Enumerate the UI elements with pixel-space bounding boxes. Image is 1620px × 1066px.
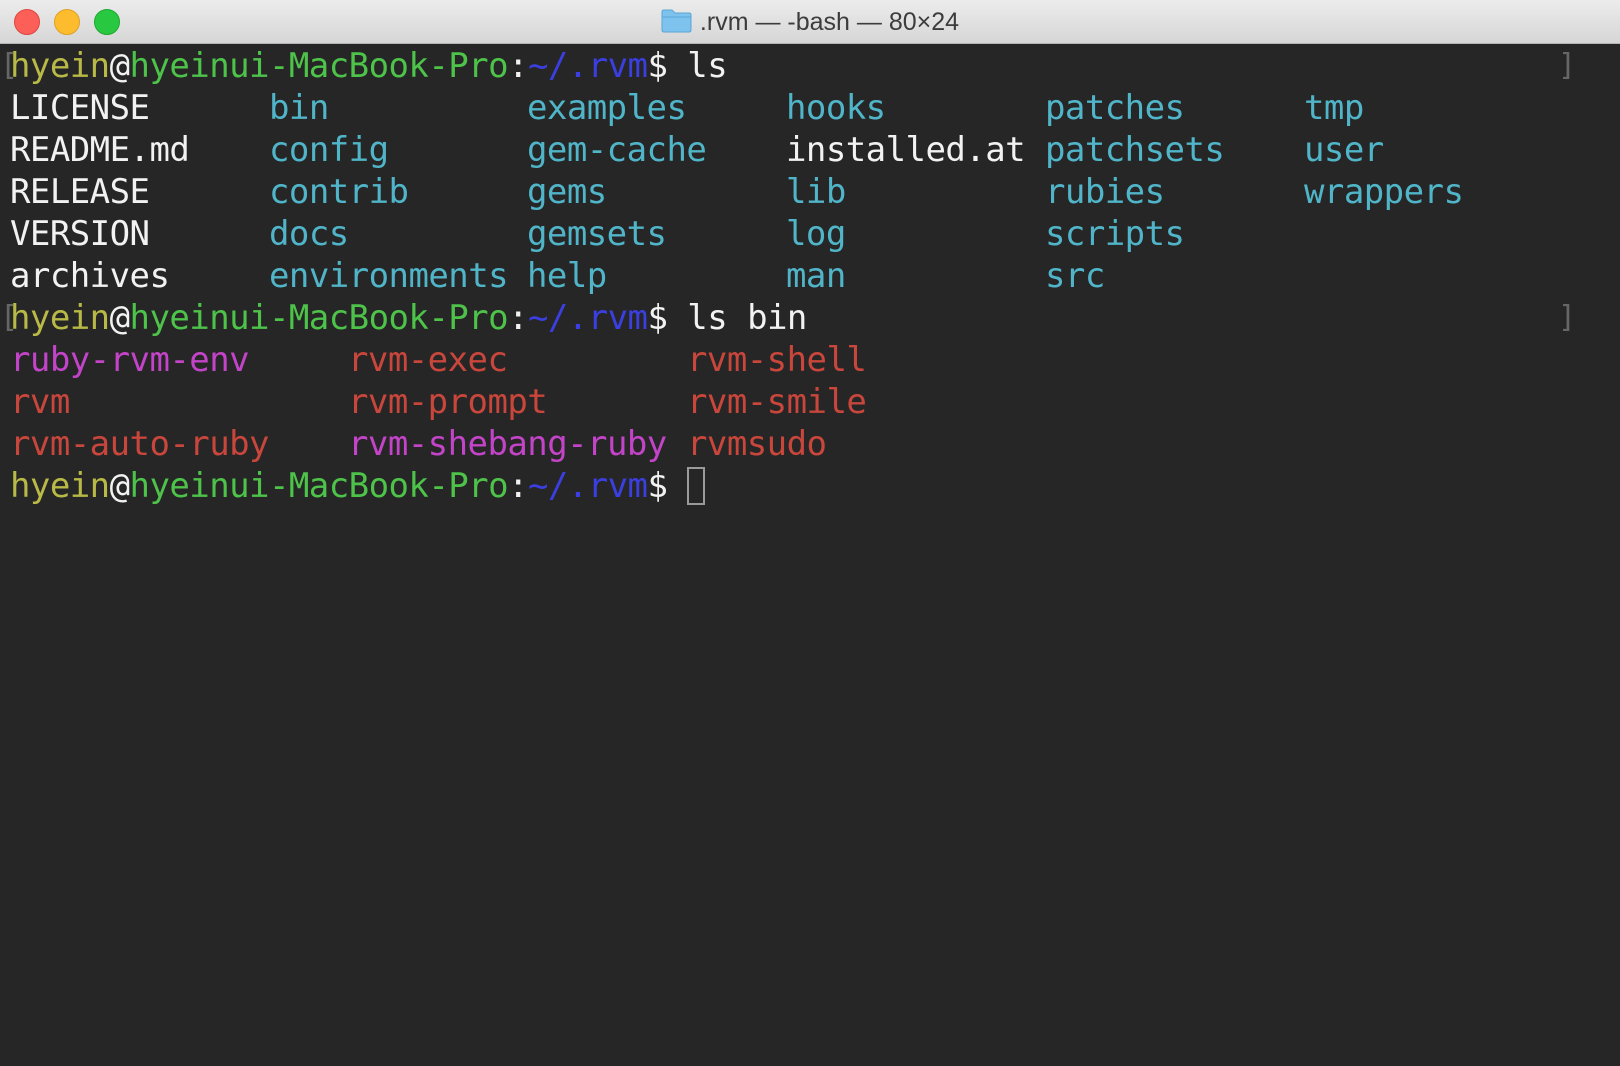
executable-entry: rvm-exec	[348, 340, 508, 380]
executable-entry: rvmsudo	[687, 424, 827, 464]
prompt-colon: :	[508, 466, 528, 506]
prompt-path: ~/.rvm	[527, 466, 648, 506]
prompt-at: @	[109, 46, 130, 86]
directory-entry: gem-cache	[527, 130, 707, 170]
mark-bracket-right: ]	[1558, 48, 1576, 83]
prompt-colon: :	[508, 46, 528, 86]
executable-entry: rvm-auto-ruby	[10, 424, 270, 464]
executable-entry: rvm-shell	[687, 340, 867, 380]
file-entry: RELEASE	[10, 172, 150, 212]
directory-entry: user	[1304, 130, 1384, 170]
directory-entry: src	[1045, 256, 1105, 296]
mark-bracket-right: ]	[1558, 300, 1576, 335]
directory-entry: scripts	[1045, 214, 1185, 254]
directory-entry: rubies	[1045, 172, 1165, 212]
terminal-output[interactable]: [ ] [ ] hyein@hyeinui-MacBook-Pro:~/.rvm…	[0, 45, 1610, 1060]
file-entry: VERSION	[10, 214, 150, 254]
directory-entry: gems	[527, 172, 607, 212]
executable-entry: rvm-prompt	[348, 382, 548, 422]
directory-entry: patchsets	[1045, 130, 1225, 170]
executable-entry: rvm-smile	[687, 382, 867, 422]
prompt-dollar: $	[647, 466, 668, 506]
directory-entry: gemsets	[527, 214, 667, 254]
prompt-at: @	[109, 466, 130, 506]
directory-entry: environments	[269, 256, 509, 296]
prompt-line: hyein@hyeinui-MacBook-Pro:~/.rvm$	[10, 465, 706, 507]
executable-entry: rvm	[10, 382, 70, 422]
prompt-host: hyeinui-MacBook-Pro	[129, 466, 509, 506]
directory-entry: bin	[269, 88, 329, 128]
directory-entry: log	[786, 214, 846, 254]
prompt-path: ~/.rvm	[527, 46, 648, 86]
prompt-line: hyein@hyeinui-MacBook-Pro:~/.rvm$ ls bin	[10, 297, 807, 339]
file-entry: LICENSE	[10, 88, 150, 128]
executable-entry: ruby-rvm-env	[10, 340, 250, 380]
prompt-dollar: $	[647, 46, 668, 86]
prompt-line: hyein@hyeinui-MacBook-Pro:~/.rvm$ ls	[10, 45, 728, 87]
text-cursor[interactable]	[687, 467, 706, 505]
window-title: .rvm — -bash — 80×24	[0, 0, 1620, 44]
directory-entry: patches	[1045, 88, 1185, 128]
title-bar[interactable]: .rvm — -bash — 80×24	[0, 0, 1620, 44]
prompt-host: hyeinui-MacBook-Pro	[129, 298, 509, 338]
directory-entry: lib	[786, 172, 846, 212]
prompt-host: hyeinui-MacBook-Pro	[129, 46, 509, 86]
prompt-dollar: $	[647, 298, 668, 338]
file-entry: README.md	[10, 130, 190, 170]
directory-entry: hooks	[786, 88, 886, 128]
prompt-path: ~/.rvm	[527, 298, 648, 338]
prompt-user: hyein	[10, 298, 110, 338]
executable-entry: rvm-shebang-ruby	[348, 424, 667, 464]
directory-entry: man	[786, 256, 846, 296]
prompt-user: hyein	[10, 46, 110, 86]
file-entry: archives	[10, 256, 170, 296]
directory-entry: tmp	[1304, 88, 1364, 128]
prompt-at: @	[109, 298, 130, 338]
command-text: ls	[667, 46, 728, 86]
command-text: ls bin	[667, 298, 807, 338]
window-title-text: .rvm — -bash — 80×24	[699, 8, 960, 36]
directory-entry: contrib	[269, 172, 409, 212]
directory-entry: docs	[269, 214, 349, 254]
prompt-user: hyein	[10, 466, 110, 506]
directory-entry: config	[269, 130, 389, 170]
file-entry: installed.at	[786, 130, 1026, 170]
directory-entry: wrappers	[1304, 172, 1464, 212]
directory-entry: examples	[527, 88, 687, 128]
folder-icon	[661, 9, 692, 33]
directory-entry: help	[527, 256, 607, 296]
prompt-colon: :	[508, 298, 528, 338]
terminal-window: .rvm — -bash — 80×24 [ ] [ ] hyein@hyein…	[0, 0, 1620, 1066]
